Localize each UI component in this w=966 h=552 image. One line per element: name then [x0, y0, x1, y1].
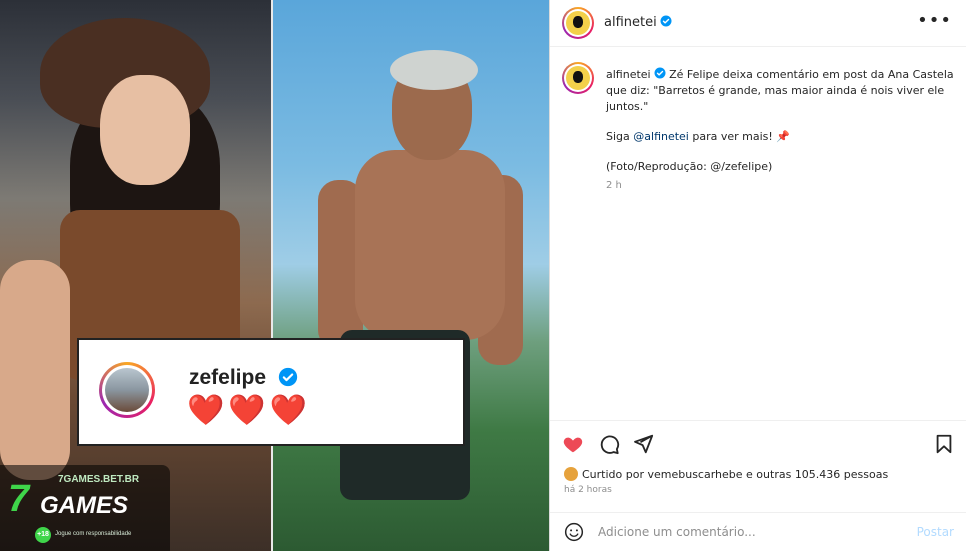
- caption-follow-suffix: para ver mais! 📌: [688, 130, 790, 143]
- avatar-figure: [573, 16, 583, 29]
- avatar-figure: [573, 71, 583, 84]
- liked-by-user-link[interactable]: vemebuscarhebe: [647, 468, 742, 481]
- caption-paragraph: alfinetei Zé Felipe deixa comentário em …: [606, 67, 956, 115]
- caption-username[interactable]: alfinetei: [606, 68, 651, 81]
- photo-divider: [271, 0, 273, 551]
- face-shape: [100, 75, 190, 185]
- header-username[interactable]: alfinetei: [604, 15, 672, 30]
- card-avatar-ring: [99, 362, 155, 418]
- post-sidebar: alfinetei ••• alfinetei Zé Felipe deixa …: [549, 0, 966, 551]
- hair-shape: [390, 50, 478, 90]
- caption-credit: (Foto/Reprodução: @/zefelipe): [606, 160, 773, 173]
- likes-summary: Curtido por vemebuscarhebe e outras 105.…: [564, 467, 888, 481]
- bookmark-icon[interactable]: [933, 433, 955, 455]
- caption-mention-link[interactable]: @alfinetei: [633, 130, 689, 143]
- caption-avatar[interactable]: [562, 62, 594, 94]
- liked-by-count[interactable]: e outras 105.436 pessoas: [743, 468, 888, 481]
- post-header: alfinetei •••: [550, 0, 966, 47]
- post-timestamp: há 2 horas: [564, 485, 612, 495]
- header-username-text[interactable]: alfinetei: [604, 15, 657, 30]
- verified-badge-icon: [278, 367, 298, 387]
- avatar-image: [566, 66, 590, 90]
- liker-avatar[interactable]: [564, 467, 578, 481]
- torso-shape: [355, 150, 505, 340]
- arm-shape: [0, 260, 70, 480]
- post-image[interactable]: zefelipe ❤️❤️❤️ 7 7GAMES.BET.BR GAMES +1…: [0, 0, 549, 551]
- avatar-image: [566, 11, 590, 35]
- post-caption: alfinetei Zé Felipe deixa comentário em …: [606, 67, 956, 189]
- liked-by-prefix: Curtido por: [582, 468, 648, 481]
- avatar[interactable]: [562, 7, 594, 39]
- post-comment-button[interactable]: Postar: [917, 525, 954, 539]
- watermark-digit: 7: [8, 478, 30, 520]
- verified-badge-icon: [654, 67, 666, 79]
- watermark-brand: GAMES: [40, 492, 129, 519]
- verified-badge-icon: [660, 15, 672, 27]
- hearts-emoji: ❤️❤️❤️: [187, 393, 312, 428]
- instagram-post: zefelipe ❤️❤️❤️ 7 7GAMES.BET.BR GAMES +1…: [0, 0, 966, 551]
- watermark-notice: Jogue com responsabilidade: [55, 531, 132, 537]
- comment-input[interactable]: [596, 524, 900, 540]
- watermark-site: 7GAMES.BET.BR: [58, 474, 140, 485]
- card-avatar: [105, 368, 149, 412]
- comment-icon[interactable]: [598, 433, 620, 455]
- comment-screenshot-card: zefelipe ❤️❤️❤️: [77, 338, 465, 446]
- watermark-age-badge: +18: [35, 527, 51, 543]
- caption-timestamp: 2 h: [606, 180, 622, 191]
- card-username: zefelipe: [189, 366, 267, 389]
- caption-follow-prefix: Siga: [606, 130, 634, 143]
- more-options-icon[interactable]: •••: [917, 10, 952, 31]
- emoji-icon[interactable]: [564, 522, 584, 542]
- caption-follow-line: Siga @alfinetei para ver mais! 📌: [606, 129, 956, 145]
- comment-composer: Postar: [550, 512, 966, 552]
- action-bar: [550, 420, 966, 465]
- share-icon[interactable]: [632, 433, 654, 455]
- card-avatar-border: [102, 365, 152, 415]
- heart-like-icon[interactable]: [562, 433, 584, 455]
